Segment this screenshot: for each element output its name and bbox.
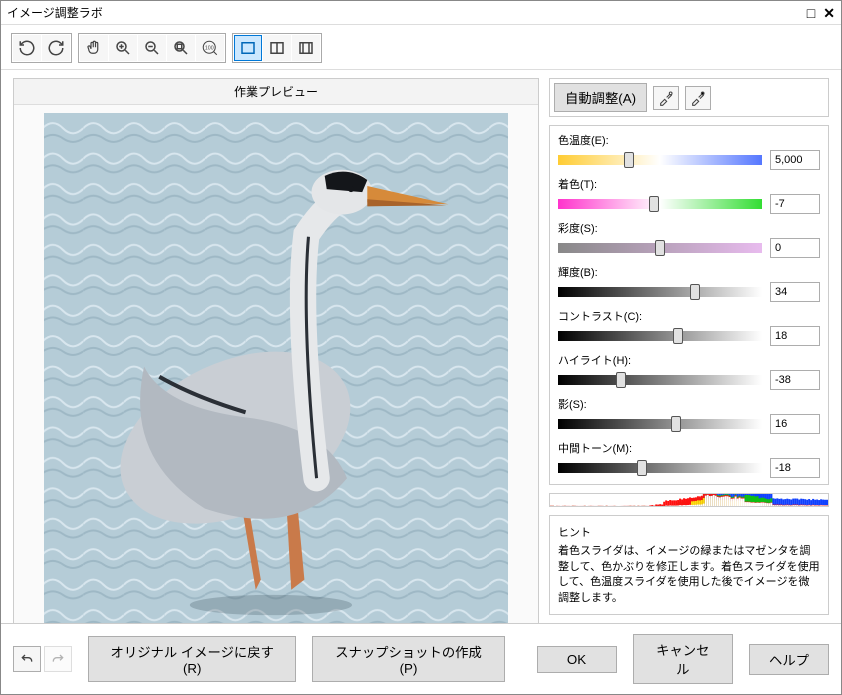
zoom-in-button[interactable] xyxy=(109,35,137,61)
toolbar: 100 xyxy=(1,25,841,70)
view-split-h-icon xyxy=(297,39,315,57)
view-single-icon xyxy=(239,39,257,57)
footer: オリジナル イメージに戻す(R) スナップショットの作成(P) OK キャンセル… xyxy=(1,623,841,694)
undo-icon xyxy=(19,651,35,667)
brightness-input[interactable] xyxy=(770,282,820,302)
color-temp-input[interactable] xyxy=(770,150,820,170)
content-area: 作業プレビュー xyxy=(1,70,841,623)
heron-image xyxy=(44,113,508,623)
window-title: イメージ調整ラボ xyxy=(7,4,103,21)
help-button[interactable]: ヘルプ xyxy=(749,644,829,675)
brightness-slider[interactable] xyxy=(558,287,762,297)
view-split-h-button[interactable] xyxy=(292,35,320,61)
zoom-in-icon xyxy=(114,39,132,57)
sliders-panel: 色温度(E): 着色(T): 彩度(S): xyxy=(549,125,829,485)
black-point-picker-button[interactable] xyxy=(685,86,711,110)
contrast-slider[interactable] xyxy=(558,331,762,341)
white-point-picker-button[interactable] xyxy=(653,86,679,110)
histogram-chart xyxy=(550,494,828,506)
redo-icon xyxy=(50,651,66,667)
view-split-v-icon xyxy=(268,39,286,57)
color-temp-slider[interactable] xyxy=(558,155,762,165)
contrast-input[interactable] xyxy=(770,326,820,346)
midtone-input[interactable] xyxy=(770,458,820,478)
hint-text: 着色スライダは、イメージの緑またはマゼンタを調整して、色かぶりを修正します。着色… xyxy=(558,544,820,606)
tint-input[interactable] xyxy=(770,194,820,214)
hint-panel: ヒント 着色スライダは、イメージの緑またはマゼンタを調整して、色かぶりを修正しま… xyxy=(549,515,829,615)
maximize-icon[interactable]: □ xyxy=(807,6,815,20)
highlight-slider[interactable] xyxy=(558,375,762,385)
preview-image[interactable] xyxy=(44,113,508,623)
revert-button[interactable]: オリジナル イメージに戻す(R) xyxy=(88,636,296,682)
undo-redo-group xyxy=(13,646,72,672)
zoom-out-icon xyxy=(143,39,161,57)
rotate-cw-button[interactable] xyxy=(42,35,70,61)
shadow-slider[interactable] xyxy=(558,419,762,429)
preview-title: 作業プレビュー xyxy=(14,79,538,105)
preview-panel: 作業プレビュー xyxy=(13,78,539,623)
shadow-input[interactable] xyxy=(770,414,820,434)
slider-brightness: 輝度(B): xyxy=(558,264,820,302)
right-column: 自動調整(A) 色温度(E): 着色(T): xyxy=(549,78,829,615)
left-column: 作業プレビュー xyxy=(13,78,539,615)
auto-adjust-row: 自動調整(A) xyxy=(549,78,829,117)
slider-contrast: コントラスト(C): xyxy=(558,308,820,346)
zoom-fit-button[interactable] xyxy=(167,35,195,61)
undo-button[interactable] xyxy=(13,646,41,672)
pan-button[interactable] xyxy=(80,35,108,61)
histogram xyxy=(549,493,829,507)
highlight-input[interactable] xyxy=(770,370,820,390)
slider-saturation: 彩度(S): xyxy=(558,220,820,258)
slider-shadow: 影(S): xyxy=(558,396,820,434)
eyedropper-black-icon xyxy=(690,90,706,106)
snapshot-button[interactable]: スナップショットの作成(P) xyxy=(312,636,504,682)
redo-button[interactable] xyxy=(44,646,72,672)
hint-title: ヒント xyxy=(558,524,820,540)
titlebar-controls: □ ✕ xyxy=(807,6,835,20)
cancel-button[interactable]: キャンセル xyxy=(633,634,733,684)
slider-color-temp: 色温度(E): xyxy=(558,132,820,170)
titlebar: イメージ調整ラボ □ ✕ xyxy=(1,1,841,25)
midtone-slider[interactable] xyxy=(558,463,762,473)
hand-icon xyxy=(85,39,103,57)
slider-midtone: 中間トーン(M): xyxy=(558,440,820,478)
tint-slider[interactable] xyxy=(558,199,762,209)
view-single-button[interactable] xyxy=(234,35,262,61)
view-split-v-button[interactable] xyxy=(263,35,291,61)
slider-highlight: ハイライト(H): xyxy=(558,352,820,390)
rotate-ccw-button[interactable] xyxy=(13,35,41,61)
slider-tint: 着色(T): xyxy=(558,176,820,214)
rotate-ccw-icon xyxy=(18,39,36,57)
svg-text:100: 100 xyxy=(205,46,214,52)
zoom-100-icon: 100 xyxy=(201,39,219,57)
zoom-fit-icon xyxy=(172,39,190,57)
ok-button[interactable]: OK xyxy=(537,646,617,673)
zoom-100-button[interactable]: 100 xyxy=(196,35,224,61)
zoom-out-button[interactable] xyxy=(138,35,166,61)
close-icon[interactable]: ✕ xyxy=(823,6,835,20)
dialog-window: イメージ調整ラボ □ ✕ xyxy=(0,0,842,695)
rotate-cw-icon xyxy=(47,39,65,57)
saturation-slider[interactable] xyxy=(558,243,762,253)
eyedropper-white-icon xyxy=(658,90,674,106)
auto-adjust-button[interactable]: 自動調整(A) xyxy=(554,83,647,112)
saturation-input[interactable] xyxy=(770,238,820,258)
